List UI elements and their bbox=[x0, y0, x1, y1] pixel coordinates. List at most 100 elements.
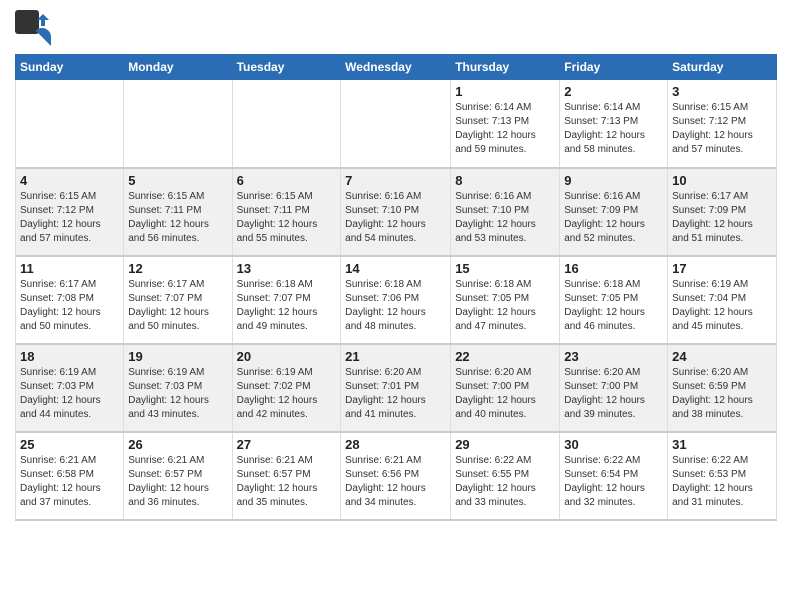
day-number: 9 bbox=[564, 173, 663, 188]
week-row-1: 1 Sunrise: 6:14 AM Sunset: 7:13 PM Daylig… bbox=[16, 80, 777, 168]
day-number: 20 bbox=[237, 349, 337, 364]
day-cell-27: 27 Sunrise: 6:21 AM Sunset: 6:57 PM Dayli… bbox=[232, 432, 341, 520]
day-number: 24 bbox=[672, 349, 772, 364]
day-info: Sunrise: 6:16 AM Sunset: 7:10 PM Dayligh… bbox=[455, 190, 555, 246]
day-number: 26 bbox=[128, 437, 227, 452]
day-number: 18 bbox=[20, 349, 119, 364]
weekday-header-sunday: Sunday bbox=[16, 55, 124, 80]
day-number: 14 bbox=[345, 261, 446, 276]
day-cell-7: 7Sunrise: 6:16 AM Sunset: 7:10 PM Daylig… bbox=[341, 168, 451, 256]
day-info: Sunrise: 6:21 AM Sunset: 6:58 PM Dayligh… bbox=[20, 454, 119, 510]
weekday-header-wednesday: Wednesday bbox=[341, 55, 451, 80]
day-info: Sunrise: 6:14 AM Sunset: 7:13 PM Dayligh… bbox=[564, 101, 663, 157]
day-cell-29: 29Sunrise: 6:22 AM Sunset: 6:55 PM Dayli… bbox=[451, 432, 560, 520]
day-number: 17 bbox=[672, 261, 772, 276]
day-info: Sunrise: 6:19 AM Sunset: 7:03 PM Dayligh… bbox=[20, 366, 119, 422]
day-number: 1 bbox=[455, 84, 555, 99]
day-cell-12: 12 Sunrise: 6:17 AM Sunset: 7:07 PM Dayli… bbox=[124, 256, 232, 344]
day-cell-24: 24 Sunrise: 6:20 AM Sunset: 6:59 PM Dayli… bbox=[668, 344, 777, 432]
week-row-4: 18 Sunrise: 6:19 AM Sunset: 7:03 PM Dayli… bbox=[16, 344, 777, 432]
empty-cell bbox=[341, 80, 451, 168]
day-info: Sunrise: 6:18 AM Sunset: 7:05 PM Dayligh… bbox=[455, 278, 555, 334]
day-cell-1: 1 Sunrise: 6:14 AM Sunset: 7:13 PM Daylig… bbox=[451, 80, 560, 168]
day-info: Sunrise: 6:19 AM Sunset: 7:04 PM Dayligh… bbox=[672, 278, 772, 334]
day-cell-31: 31 Sunrise: 6:22 AM Sunset: 6:53 PM Dayli… bbox=[668, 432, 777, 520]
day-info: Sunrise: 6:22 AM Sunset: 6:54 PM Dayligh… bbox=[564, 454, 663, 510]
day-number: 12 bbox=[128, 261, 227, 276]
day-number: 10 bbox=[672, 173, 772, 188]
day-info: Sunrise: 6:20 AM Sunset: 7:00 PM Dayligh… bbox=[455, 366, 555, 422]
day-number: 22 bbox=[455, 349, 555, 364]
day-info: Sunrise: 6:20 AM Sunset: 7:01 PM Dayligh… bbox=[345, 366, 446, 422]
day-number: 28 bbox=[345, 437, 446, 452]
day-info: Sunrise: 6:14 AM Sunset: 7:13 PM Dayligh… bbox=[455, 101, 555, 157]
day-info: Sunrise: 6:18 AM Sunset: 7:06 PM Dayligh… bbox=[345, 278, 446, 334]
weekday-header-saturday: Saturday bbox=[668, 55, 777, 80]
day-cell-6: 6 Sunrise: 6:15 AM Sunset: 7:11 PM Daylig… bbox=[232, 168, 341, 256]
day-cell-28: 28 Sunrise: 6:21 AM Sunset: 6:56 PM Dayli… bbox=[341, 432, 451, 520]
day-cell-22: 22 Sunrise: 6:20 AM Sunset: 7:00 PM Dayli… bbox=[451, 344, 560, 432]
page-container: SundayMondayTuesdayWednesdayThursdayFrid… bbox=[0, 0, 792, 531]
day-number: 19 bbox=[128, 349, 227, 364]
day-info: Sunrise: 6:21 AM Sunset: 6:56 PM Dayligh… bbox=[345, 454, 446, 510]
weekday-header-row: SundayMondayTuesdayWednesdayThursdayFrid… bbox=[16, 55, 777, 80]
week-row-2: 4 Sunrise: 6:15 AM Sunset: 7:12 PM Daylig… bbox=[16, 168, 777, 256]
day-cell-11: 11 Sunrise: 6:17 AM Sunset: 7:08 PM Dayli… bbox=[16, 256, 124, 344]
day-number: 5 bbox=[128, 173, 227, 188]
day-cell-18: 18 Sunrise: 6:19 AM Sunset: 7:03 PM Dayli… bbox=[16, 344, 124, 432]
day-number: 21 bbox=[345, 349, 446, 364]
weekday-header-tuesday: Tuesday bbox=[232, 55, 341, 80]
day-info: Sunrise: 6:17 AM Sunset: 7:07 PM Dayligh… bbox=[128, 278, 227, 334]
day-number: 11 bbox=[20, 261, 119, 276]
day-number: 25 bbox=[20, 437, 119, 452]
day-cell-30: 30 Sunrise: 6:22 AM Sunset: 6:54 PM Dayli… bbox=[560, 432, 668, 520]
day-number: 16 bbox=[564, 261, 663, 276]
day-cell-8: 8 Sunrise: 6:16 AM Sunset: 7:10 PM Daylig… bbox=[451, 168, 560, 256]
day-number: 8 bbox=[455, 173, 555, 188]
day-cell-10: 10Sunrise: 6:17 AM Sunset: 7:09 PM Dayli… bbox=[668, 168, 777, 256]
day-info: Sunrise: 6:21 AM Sunset: 6:57 PM Dayligh… bbox=[128, 454, 227, 510]
day-cell-4: 4 Sunrise: 6:15 AM Sunset: 7:12 PM Daylig… bbox=[16, 168, 124, 256]
day-number: 23 bbox=[564, 349, 663, 364]
weekday-header-friday: Friday bbox=[560, 55, 668, 80]
day-cell-19: 19 Sunrise: 6:19 AM Sunset: 7:03 PM Dayli… bbox=[124, 344, 232, 432]
day-number: 4 bbox=[20, 173, 119, 188]
day-info: Sunrise: 6:18 AM Sunset: 7:07 PM Dayligh… bbox=[237, 278, 337, 334]
day-cell-15: 15Sunrise: 6:18 AM Sunset: 7:05 PM Dayli… bbox=[451, 256, 560, 344]
day-cell-25: 25 Sunrise: 6:21 AM Sunset: 6:58 PM Dayli… bbox=[16, 432, 124, 520]
empty-cell bbox=[124, 80, 232, 168]
day-info: Sunrise: 6:19 AM Sunset: 7:03 PM Dayligh… bbox=[128, 366, 227, 422]
day-number: 3 bbox=[672, 84, 772, 99]
day-info: Sunrise: 6:16 AM Sunset: 7:09 PM Dayligh… bbox=[564, 190, 663, 246]
weekday-header-monday: Monday bbox=[124, 55, 232, 80]
day-info: Sunrise: 6:15 AM Sunset: 7:11 PM Dayligh… bbox=[237, 190, 337, 246]
day-number: 2 bbox=[564, 84, 663, 99]
day-info: Sunrise: 6:18 AM Sunset: 7:05 PM Dayligh… bbox=[564, 278, 663, 334]
day-info: Sunrise: 6:20 AM Sunset: 6:59 PM Dayligh… bbox=[672, 366, 772, 422]
day-cell-23: 23 Sunrise: 6:20 AM Sunset: 7:00 PM Dayli… bbox=[560, 344, 668, 432]
day-number: 6 bbox=[237, 173, 337, 188]
day-cell-14: 14 Sunrise: 6:18 AM Sunset: 7:06 PM Dayli… bbox=[341, 256, 451, 344]
day-number: 29 bbox=[455, 437, 555, 452]
day-info: Sunrise: 6:15 AM Sunset: 7:11 PM Dayligh… bbox=[128, 190, 227, 246]
day-cell-16: 16 Sunrise: 6:18 AM Sunset: 7:05 PM Dayli… bbox=[560, 256, 668, 344]
empty-cell bbox=[16, 80, 124, 168]
week-row-3: 11 Sunrise: 6:17 AM Sunset: 7:08 PM Dayli… bbox=[16, 256, 777, 344]
week-row-5: 25 Sunrise: 6:21 AM Sunset: 6:58 PM Dayli… bbox=[16, 432, 777, 520]
day-info: Sunrise: 6:15 AM Sunset: 7:12 PM Dayligh… bbox=[20, 190, 119, 246]
day-info: Sunrise: 6:15 AM Sunset: 7:12 PM Dayligh… bbox=[672, 101, 772, 157]
day-cell-3: 3 Sunrise: 6:15 AM Sunset: 7:12 PM Daylig… bbox=[668, 80, 777, 168]
day-number: 13 bbox=[237, 261, 337, 276]
day-info: Sunrise: 6:17 AM Sunset: 7:08 PM Dayligh… bbox=[20, 278, 119, 334]
day-cell-5: 5 Sunrise: 6:15 AM Sunset: 7:11 PM Daylig… bbox=[124, 168, 232, 256]
day-number: 27 bbox=[237, 437, 337, 452]
day-info: Sunrise: 6:20 AM Sunset: 7:00 PM Dayligh… bbox=[564, 366, 663, 422]
day-info: Sunrise: 6:22 AM Sunset: 6:53 PM Dayligh… bbox=[672, 454, 772, 510]
empty-cell bbox=[232, 80, 341, 168]
day-number: 30 bbox=[564, 437, 663, 452]
weekday-header-thursday: Thursday bbox=[451, 55, 560, 80]
day-number: 7 bbox=[345, 173, 446, 188]
day-cell-2: 2 Sunrise: 6:14 AM Sunset: 7:13 PM Daylig… bbox=[560, 80, 668, 168]
day-number: 31 bbox=[672, 437, 772, 452]
day-info: Sunrise: 6:21 AM Sunset: 6:57 PM Dayligh… bbox=[237, 454, 337, 510]
